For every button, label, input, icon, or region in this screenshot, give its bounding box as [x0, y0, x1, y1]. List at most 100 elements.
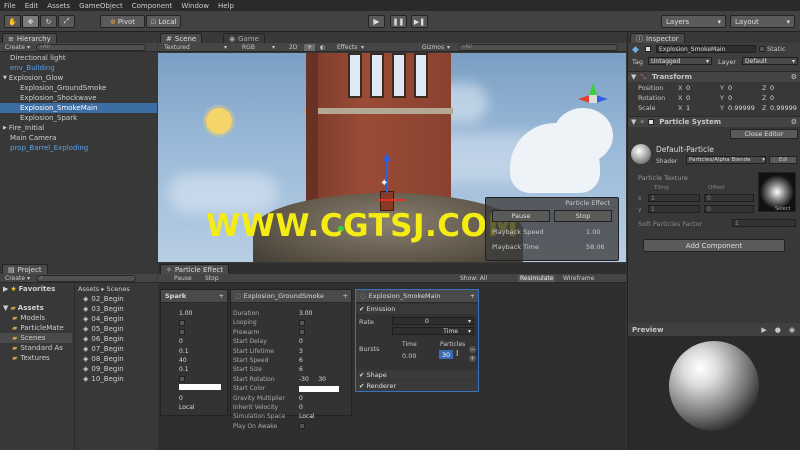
add-burst-icon[interactable]: + — [469, 355, 476, 362]
particle-pause-button[interactable]: Pause — [174, 275, 192, 282]
shading-mode-dropdown[interactable]: Textured — [164, 44, 190, 51]
transform-scale-z-field[interactable]: 0.99999 — [770, 104, 797, 112]
project-create-button[interactable]: Create — [5, 275, 25, 282]
checkbox[interactable] — [179, 319, 185, 326]
menu-file[interactable]: File — [4, 2, 16, 10]
remove-burst-icon[interactable]: − — [469, 346, 476, 353]
transform-rotation-y-field[interactable]: 0 — [728, 94, 732, 102]
hierarchy-item[interactable]: ▼ Explosion_Glow — [0, 73, 157, 83]
offset-y-field[interactable]: 0 — [704, 205, 754, 213]
add-icon[interactable]: + — [219, 292, 224, 300]
overlay-pause-button[interactable]: Pause — [492, 210, 550, 222]
transform-scale-x-field[interactable]: 1 — [686, 104, 690, 112]
add-icon[interactable]: + — [470, 292, 475, 300]
spark-field[interactable]: 40 — [179, 356, 187, 365]
groundsmoke-row-value[interactable]: 0 — [299, 338, 303, 345]
tiling-y-field[interactable]: 1 — [648, 205, 700, 213]
emission-module-header[interactable]: ✔ Emission — [356, 304, 478, 314]
shader-dropdown[interactable]: Particles/Alpha Blende ▾ — [686, 156, 766, 164]
scene-orientation-gizmo[interactable] — [578, 83, 608, 113]
scene-asset-item[interactable]: ◈ 03_Begin — [75, 304, 157, 314]
favorites-item[interactable]: ▶ ★ Favorites — [0, 284, 72, 294]
material-preview-sphere[interactable] — [669, 341, 759, 431]
playback-speed-value[interactable]: 1.00 — [586, 228, 600, 236]
project-folder-item[interactable]: ▰ Textures — [0, 353, 72, 363]
transform-scale-y-field[interactable]: 0.99999 — [728, 104, 755, 112]
gameobject-name-field[interactable]: Explosion_SmokeMain — [656, 45, 756, 53]
add-component-button[interactable]: Add Component — [643, 239, 785, 252]
project-folder-item[interactable]: ▰ Models — [0, 313, 72, 323]
rate-field[interactable]: 0 ▾ — [392, 317, 474, 325]
2d-toggle[interactable]: 2D — [289, 44, 297, 51]
scene-asset-item[interactable]: ◈ 06_Begin — [75, 334, 157, 344]
groundsmoke-row-value[interactable]: 0 — [299, 404, 303, 411]
gizmo-x-axis[interactable] — [378, 199, 406, 201]
transform-component-header[interactable]: ▼ ⤡ Transform ⚙ — [628, 71, 800, 82]
spark-module-header[interactable]: Spark + — [161, 290, 227, 303]
shape-module-header[interactable]: ✔ Shape — [356, 370, 478, 380]
groundsmoke-row-value[interactable]: 0 — [299, 395, 303, 402]
hierarchy-item[interactable]: Explosion_Shockwave — [0, 93, 157, 103]
renderer-module-header[interactable]: ✔ Renderer — [356, 381, 478, 391]
start-color-swatch[interactable] — [299, 385, 339, 392]
hierarchy-item[interactable]: Explosion_GroundSmoke — [0, 83, 157, 93]
close-editor-button[interactable]: Close Editor — [730, 129, 798, 139]
scene-viewport[interactable]: ✦ WWW.CGTSJ.COM Particle Effect Pause St… — [158, 53, 626, 262]
groundsmoke-row-value[interactable]: 6 — [299, 357, 303, 364]
play-button[interactable]: ▶ — [368, 15, 385, 28]
static-checkbox[interactable] — [759, 46, 765, 52]
tag-dropdown[interactable]: Untagged ▾ — [648, 57, 712, 65]
rate-unit-dropdown[interactable]: Time ▾ — [392, 327, 474, 335]
local-toggle[interactable]: ⊡ Local — [146, 15, 181, 28]
gear-icon[interactable]: ⚙ — [791, 73, 797, 81]
spark-field[interactable] — [179, 318, 185, 327]
spark-field[interactable]: 0 — [179, 337, 183, 346]
project-folder-item[interactable]: ▰ Standard As — [0, 343, 72, 353]
show-all-dropdown[interactable]: Show: All — [460, 275, 487, 282]
menu-component[interactable]: Component — [132, 2, 173, 10]
tab-hierarchy[interactable]: ≡ Hierarchy — [2, 33, 57, 43]
scene-asset-item[interactable]: ◈ 09_Begin — [75, 364, 157, 374]
settings-icon[interactable]: ◉ — [789, 326, 795, 334]
menu-window[interactable]: Window — [181, 2, 209, 10]
checkbox[interactable] — [299, 423, 305, 430]
scene-asset-item[interactable]: ◈ 08_Begin — [75, 354, 157, 364]
gizmo-center-cube[interactable] — [589, 95, 597, 103]
tab-scene[interactable]: # Scene — [160, 33, 203, 43]
groundsmoke-row-value[interactable]: 3.00 — [299, 310, 312, 317]
tab-game[interactable]: ◉ Game — [223, 33, 265, 43]
audio-toggle-icon[interactable]: ◐ — [320, 44, 325, 51]
smokemain-module-header[interactable]: ◌ Explosion_SmokeMain + — [356, 290, 478, 303]
lighting-toggle-icon[interactable]: ✳ — [304, 43, 315, 51]
shader-edit-button[interactable]: Edi — [769, 156, 797, 164]
spark-start-color-swatch[interactable] — [179, 384, 221, 390]
render-mode-dropdown[interactable]: RGB — [242, 44, 255, 51]
burst-time-value[interactable]: 0.00 — [402, 352, 416, 360]
hierarchy-item[interactable]: prop_Barrel_Exploding — [0, 143, 157, 153]
wireframe-toggle[interactable]: Wireframe — [563, 275, 594, 282]
effects-dropdown[interactable]: Effects — [337, 44, 357, 51]
scale-tool-icon[interactable]: ⤢ — [58, 15, 75, 28]
menu-gameobject[interactable]: GameObject — [79, 2, 123, 10]
checkbox[interactable] — [299, 329, 305, 336]
hand-tool-icon[interactable]: ✋ — [4, 15, 21, 28]
spark-field[interactable]: 1.00 — [179, 309, 192, 318]
menu-assets[interactable]: Assets — [47, 2, 70, 10]
project-search-input[interactable]: ⌕ — [35, 274, 136, 282]
move-tool-icon[interactable]: ✥ — [22, 15, 39, 28]
transform-position-z-field[interactable]: 0 — [770, 84, 774, 92]
transform-position-x-field[interactable]: 0 — [686, 84, 690, 92]
particle-system-enabled-checkbox[interactable] — [648, 119, 655, 125]
pause-button[interactable]: ❚❚ — [390, 15, 407, 28]
scene-search-input[interactable]: ⌕ All — [458, 43, 618, 51]
rotate-tool-icon[interactable]: ↻ — [40, 15, 57, 28]
spark-field[interactable]: Local — [179, 403, 195, 412]
spark-field[interactable]: 0 — [179, 394, 183, 403]
hierarchy-item[interactable]: Directional light — [0, 53, 157, 63]
groundsmoke-row-value[interactable]: 3 — [299, 348, 303, 355]
hierarchy-search-input[interactable]: ⌕ All — [35, 43, 146, 51]
soft-particles-field[interactable]: 1 — [732, 219, 796, 227]
step-button[interactable]: ▶❚ — [411, 15, 428, 28]
groundsmoke-row-value[interactable]: 6 — [299, 366, 303, 373]
pivot-toggle[interactable]: ⊕ Pivot — [100, 15, 145, 28]
